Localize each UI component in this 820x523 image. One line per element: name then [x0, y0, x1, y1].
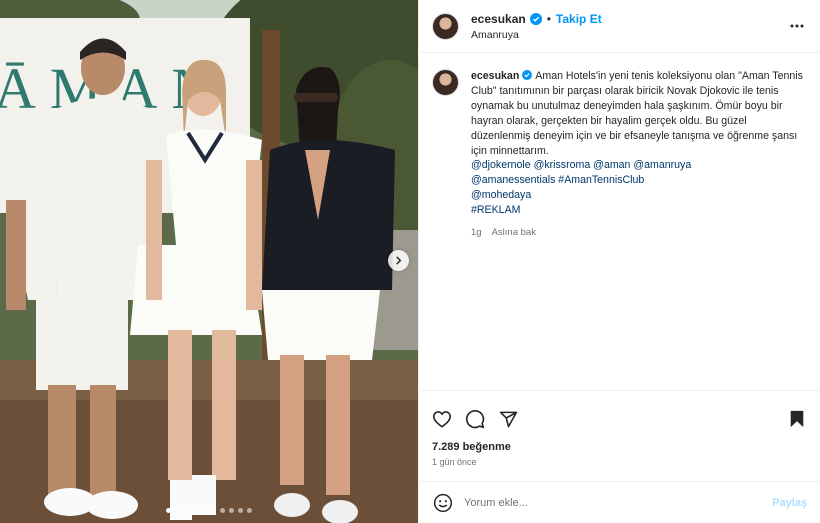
- like-button[interactable]: [430, 407, 454, 431]
- bookmark-icon: [790, 410, 804, 428]
- carousel-indicator: [0, 508, 418, 513]
- post-comment-button[interactable]: Paylaş: [772, 497, 807, 509]
- comment-input[interactable]: [464, 496, 773, 509]
- caption-avatar[interactable]: [432, 69, 459, 96]
- avatar[interactable]: [432, 12, 459, 40]
- post-header-meta: ecesukan • Takip Et Amanruya: [471, 12, 602, 41]
- caption-tag-line[interactable]: @amanessentials #AmanTennisClub: [471, 173, 807, 188]
- share-button[interactable]: [496, 407, 520, 431]
- caption-meta: 1g Aslına bak: [471, 226, 807, 241]
- carousel-dot: [220, 508, 225, 513]
- caption-username[interactable]: ecesukan: [471, 70, 519, 82]
- post-actions: 7.289 beğenme 1 gün önce: [419, 390, 820, 481]
- heart-icon: [432, 411, 452, 428]
- header-separator: •: [546, 11, 551, 26]
- see-translation-link[interactable]: Aslına bak: [492, 226, 536, 241]
- more-options-icon: [790, 24, 804, 28]
- post-media[interactable]: ĀMAN UB Y A: [0, 0, 418, 523]
- post-side-panel: ecesukan • Takip Et Amanruya ecesukan Am…: [418, 0, 820, 523]
- caption-age[interactable]: 1g: [471, 226, 482, 241]
- action-icon-row: [430, 399, 809, 439]
- caption-area: ecesukan Aman Hotels'in yeni tenis koleks…: [419, 53, 820, 390]
- likes-count[interactable]: 7.289 beğenme: [430, 441, 809, 453]
- caption-row: ecesukan Aman Hotels'in yeni tenis koleks…: [432, 69, 807, 241]
- caption-body: ecesukan Aman Hotels'in yeni tenis koleks…: [471, 69, 807, 241]
- post-location[interactable]: Amanruya: [471, 29, 602, 41]
- follow-button[interactable]: Takip Et: [556, 12, 602, 26]
- post-photo: ĀMAN UB Y A: [0, 0, 418, 523]
- post-header-line: ecesukan • Takip Et: [471, 12, 602, 26]
- carousel-dot: [211, 508, 216, 513]
- carousel-dot: [193, 508, 198, 513]
- carousel-dot: [184, 508, 189, 513]
- caption-tag-line[interactable]: @djokernole @krissroma @aman @amanruya: [471, 158, 807, 173]
- caption-tag-line[interactable]: #REKLAM: [471, 203, 807, 218]
- carousel-dot: [229, 508, 234, 513]
- verified-badge-icon: [529, 12, 542, 25]
- post-date: 1 gün önce: [432, 457, 477, 467]
- instagram-post: ĀMAN UB Y A: [0, 0, 820, 523]
- caption-tag-line[interactable]: @mohedaya: [471, 188, 807, 203]
- verified-badge-icon: [522, 70, 533, 80]
- author-username[interactable]: ecesukan: [471, 12, 526, 26]
- carousel-dot: [238, 508, 243, 513]
- comment-bar: Paylaş: [419, 481, 820, 523]
- comment-button[interactable]: [463, 407, 487, 431]
- save-button[interactable]: [785, 407, 809, 431]
- share-icon: [499, 411, 517, 427]
- carousel-next-button[interactable]: [388, 250, 409, 271]
- carousel-dot: [166, 508, 171, 513]
- more-options-button[interactable]: [787, 16, 807, 36]
- caption-text: Aman Hotels'in yeni tenis koleksiyonu ol…: [471, 70, 803, 157]
- chevron-right-icon: [396, 256, 402, 265]
- carousel-dot: [202, 508, 207, 513]
- carousel-dot: [175, 508, 180, 513]
- comment-icon: [465, 410, 485, 429]
- carousel-dot: [247, 508, 252, 513]
- post-header: ecesukan • Takip Et Amanruya: [419, 0, 820, 53]
- emoji-button[interactable]: [432, 492, 454, 514]
- emoji-icon: [433, 493, 453, 512]
